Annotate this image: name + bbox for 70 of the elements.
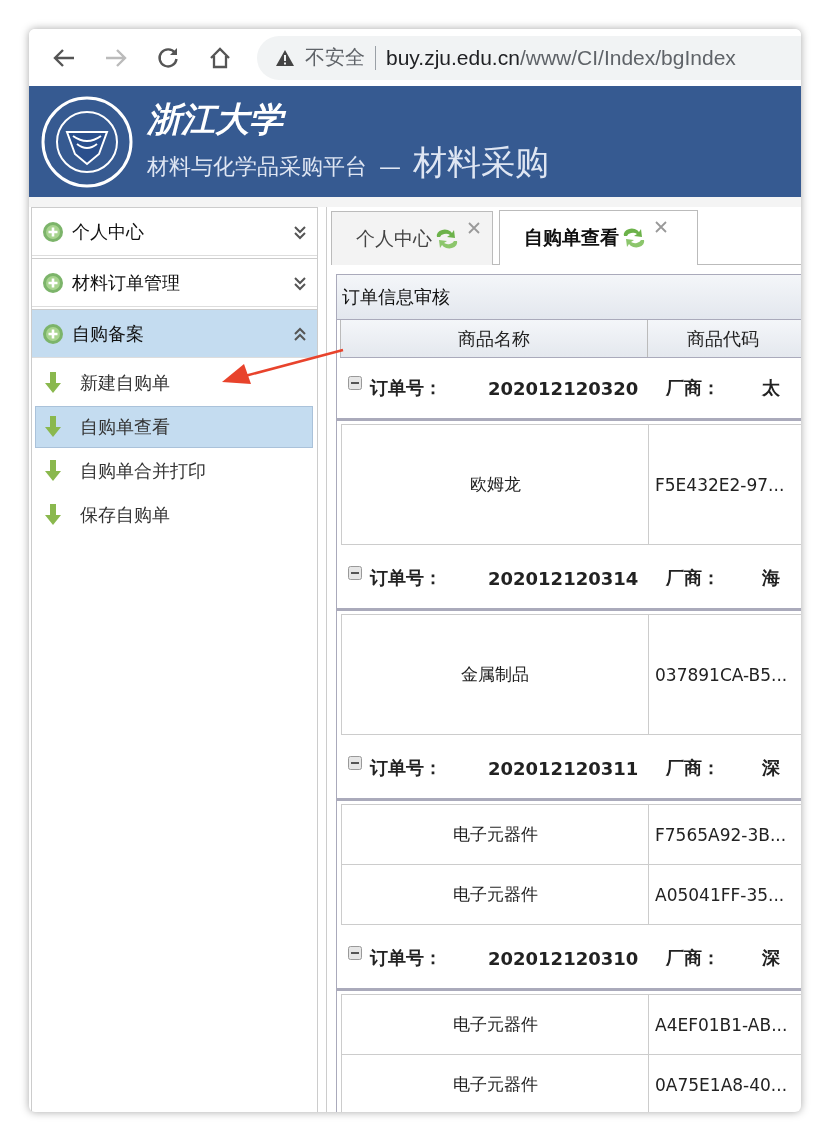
close-icon[interactable] [655,221,667,233]
order-label: 订单号： [370,756,442,780]
security-label: 不安全 [305,45,365,70]
collapse-chevron-icon [293,325,307,342]
vendor-name: 太 [762,376,780,400]
down-arrow-icon [44,372,62,394]
table-cell: 电子元器件 [341,995,648,1054]
table-cell: 电子元器件 [341,865,648,924]
close-icon[interactable] [468,222,480,234]
vendor-label: 厂商： [666,376,720,400]
column-header: 商品名称 [340,320,647,357]
vendor-label: 厂商： [666,946,720,970]
menu-item[interactable]: 自购单合并打印 [35,450,313,492]
table-cell: 金属制品 [341,615,648,734]
menu-item[interactable]: 保存自购单 [35,494,313,536]
vendor-label: 厂商： [666,566,720,590]
dash-text: — [379,153,401,179]
refresh-icon[interactable] [621,227,647,249]
back-icon [53,47,75,68]
table-cell: F7565A92-3B... [648,805,799,864]
vendor-name: 海 [762,566,780,590]
school-name: 浙江大学 [147,97,549,140]
table-cell: 037891CA-B5... [648,615,799,734]
order-number: 202012120310 [488,947,640,969]
order-number: 202012120314 [488,567,640,589]
accordion-header[interactable]: 材料订单管理 [32,258,317,307]
collapse-icon[interactable] [348,566,362,580]
warning-icon [275,48,295,67]
table-cell: A05041FF-35... [648,865,799,924]
menu-item[interactable]: 自购单查看 [35,406,313,448]
seal-logo-icon [41,96,133,187]
collapse-icon[interactable] [348,756,362,770]
expand-chevron-icon [293,223,307,240]
table-cell: 电子元器件 [341,1055,648,1112]
collapse-icon[interactable] [348,946,362,960]
vendor-label: 厂商： [666,756,720,780]
down-arrow-icon [44,416,62,438]
module-name: 材料采购 [413,140,549,184]
tab[interactable]: 自购单查看 [499,210,698,265]
accordion-header[interactable]: 自购备案 [32,309,317,358]
address-bar[interactable]: 不安全 buy.zju.edu.cn/www/CI/Index/bgIndex [257,35,801,80]
platform-name: 材料与化学品采购平台 [147,152,367,181]
column-header: 商品代码 [647,320,798,357]
reload-icon [157,46,179,69]
expand-chevron-icon [293,274,307,291]
table-cell: 电子元器件 [341,805,648,864]
order-number: 202012120320 [488,377,640,399]
table-cell: 0A75E1A8-40... [648,1055,799,1112]
order-number: 202012120311 [488,757,640,779]
table-cell: 欧姆龙 [341,425,648,544]
plus-circle-icon [42,220,64,243]
home-icon [209,46,231,69]
vendor-name: 深 [762,946,780,970]
panel-title: 订单信息审核 [337,275,801,320]
url-text: buy.zju.edu.cn/www/CI/Index/bgIndex [386,45,736,70]
order-label: 订单号： [370,376,442,400]
plus-circle-icon [42,322,64,345]
table-cell: F5E432E2-97... [648,425,799,544]
forward-icon [105,47,127,68]
order-label: 订单号： [370,566,442,590]
menu-item[interactable]: 新建自购单 [35,362,313,404]
order-label: 订单号： [370,946,442,970]
tab[interactable]: 个人中心 [331,211,493,265]
down-arrow-icon [44,460,62,482]
down-arrow-icon [44,504,62,526]
plus-circle-icon [42,271,64,294]
table-cell: A4EF01B1-AB... [648,995,799,1054]
accordion-header[interactable]: 个人中心 [32,207,317,256]
collapse-icon[interactable] [348,376,362,390]
vendor-name: 深 [762,756,780,780]
